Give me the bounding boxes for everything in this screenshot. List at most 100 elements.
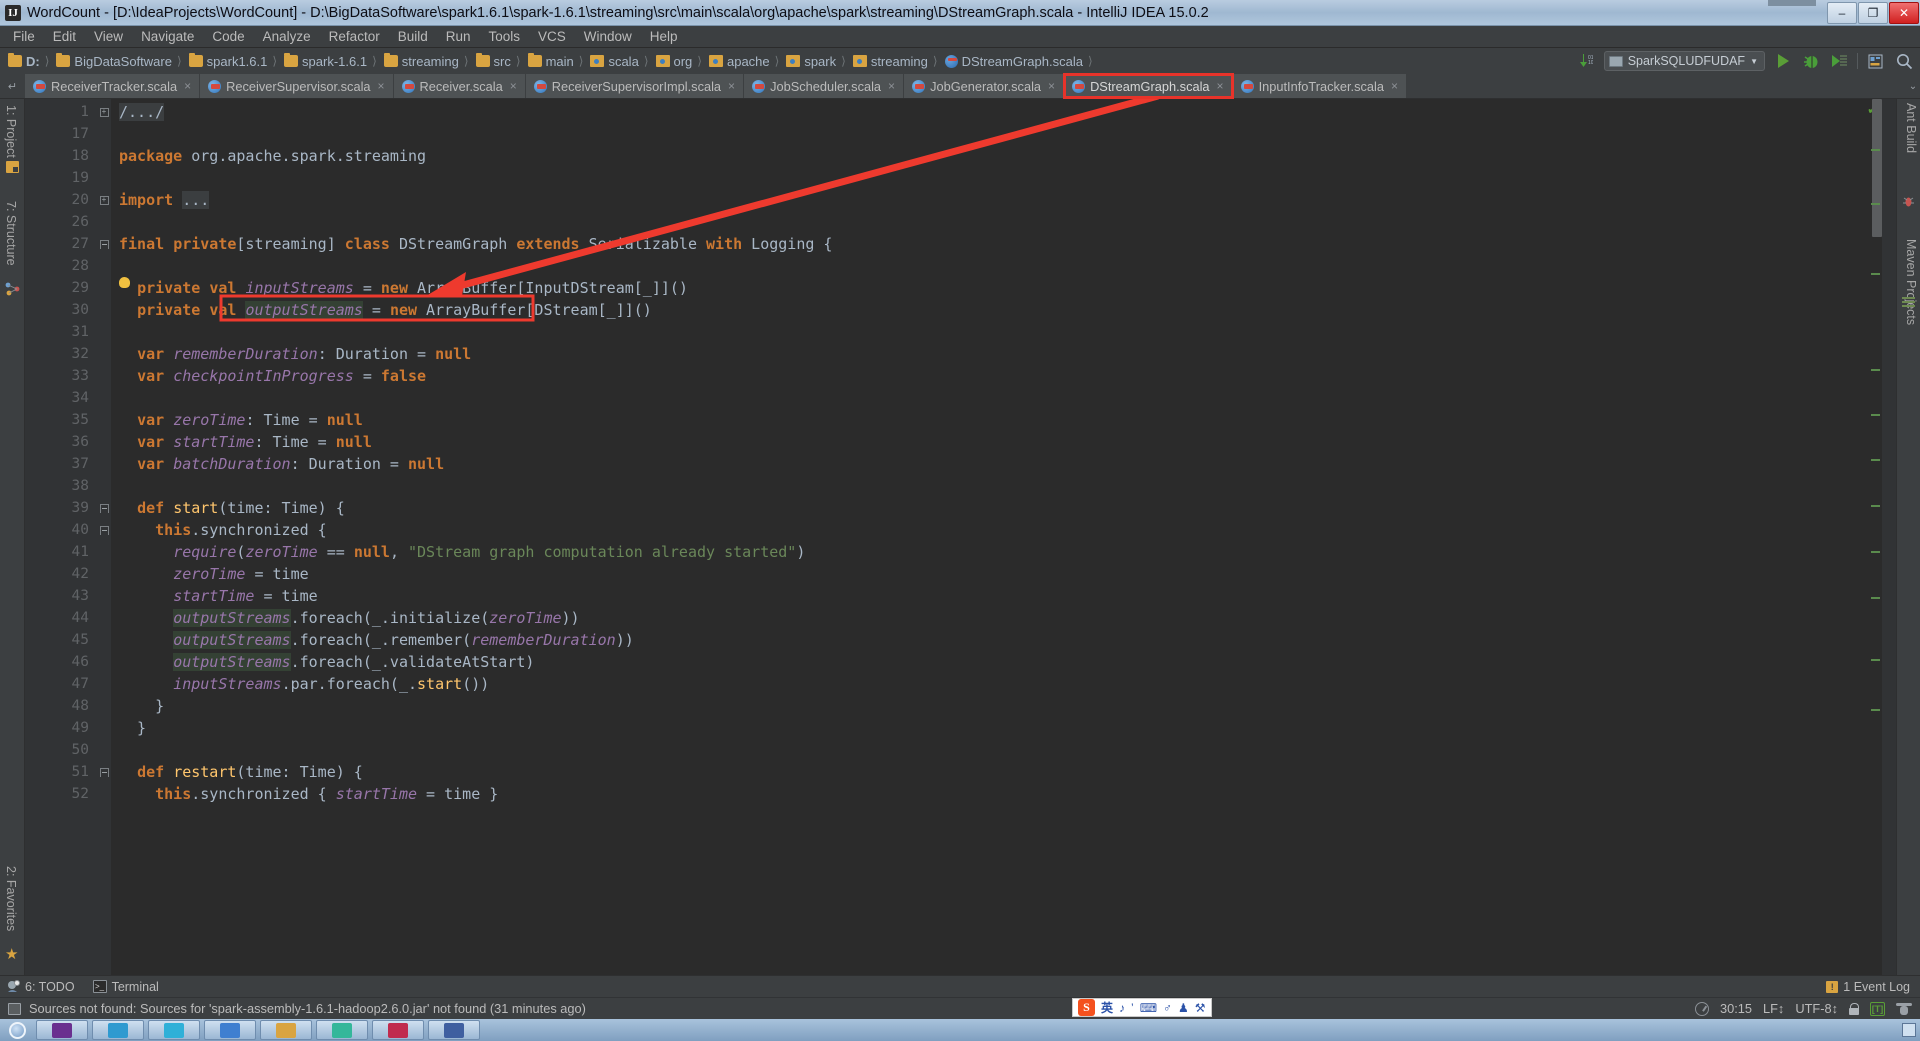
update-project-icon[interactable]: 01 10 (1576, 51, 1596, 71)
editor-tab-jobscheduler-scala[interactable]: JobScheduler.scala × (744, 74, 905, 98)
fold-collapse-icon[interactable] (97, 519, 111, 541)
code-line[interactable]: def restart(time: Time) { (111, 761, 1896, 783)
taskbar-app-8[interactable] (428, 1020, 480, 1040)
sidebar-item-ant-build[interactable]: Ant Build (1904, 103, 1918, 153)
ime-tools-icon[interactable]: ⚒ (1195, 1001, 1206, 1015)
editor-tab-inputinfotracker-scala[interactable]: InputInfoTracker.scala × (1232, 74, 1408, 98)
breadcrumb-item-bigdatasoftware[interactable]: BigDataSoftware (52, 53, 174, 69)
run-with-coverage-button[interactable] (1829, 51, 1849, 71)
editor-tab-jobgenerator-scala[interactable]: JobGenerator.scala × (904, 74, 1065, 98)
fold-collapse-icon[interactable] (97, 233, 111, 255)
code-line[interactable]: outputStreams.foreach(_.validateAtStart) (111, 651, 1896, 673)
debug-button[interactable] (1801, 51, 1821, 71)
file-encoding[interactable]: UTF-8↕ (1795, 1001, 1838, 1016)
scrollbar-thumb[interactable] (1872, 99, 1882, 237)
status-message[interactable]: Sources not found: Sources for 'spark-as… (29, 1001, 586, 1016)
code-line[interactable] (111, 739, 1896, 761)
taskbar-app-6[interactable] (316, 1020, 368, 1040)
menu-item-tools[interactable]: Tools (480, 27, 530, 46)
code-line[interactable]: /.../ (111, 101, 1896, 123)
breadcrumb-item-streaming[interactable]: streaming (849, 54, 930, 69)
folded-comment[interactable]: /.../ (119, 103, 165, 121)
close-icon[interactable]: × (378, 79, 385, 93)
ime-moon-icon[interactable]: ♪ (1119, 1001, 1125, 1015)
code-line[interactable]: var batchDuration: Duration = null (111, 453, 1896, 475)
breadcrumb-item-scala[interactable]: scala (586, 54, 640, 69)
line-separator[interactable]: LF↕ (1763, 1001, 1784, 1016)
editor-tab-receiver-scala[interactable]: Receiver.scala × (393, 74, 526, 98)
code-line[interactable]: var startTime: Time = null (111, 431, 1896, 453)
menu-item-analyze[interactable]: Analyze (254, 27, 320, 46)
code-folding-gutter[interactable]: + + (97, 99, 111, 975)
sidebar-item-structure[interactable]: 7: Structure (0, 197, 23, 270)
fold-expand-icon[interactable]: + (97, 101, 111, 123)
code-line[interactable]: outputStreams.foreach(_.remember(remembe… (111, 629, 1896, 651)
code-line[interactable]: import ... (111, 189, 1896, 211)
code-content[interactable]: /.../ package org.apache.spark.streaming i… (111, 99, 1896, 975)
fold-collapse-icon[interactable] (97, 761, 111, 783)
layout-icon[interactable] (1866, 51, 1886, 71)
ime-mode-label[interactable]: 英 (1101, 999, 1113, 1016)
taskbar-app-4[interactable] (204, 1020, 256, 1040)
close-icon[interactable]: × (728, 79, 735, 93)
hector-inspection-icon[interactable] (1896, 1002, 1912, 1016)
code-line[interactable]: var checkpointInProgress = false (111, 365, 1896, 387)
code-line[interactable]: outputStreams.foreach(_.initialize(zeroT… (111, 607, 1896, 629)
ime-keyboard-icon[interactable]: ⌨ (1140, 1001, 1157, 1015)
breadcrumb-item-apache[interactable]: apache (705, 54, 772, 69)
menu-item-run[interactable]: Run (437, 27, 480, 46)
code-line[interactable] (111, 211, 1896, 233)
code-line[interactable]: this.synchronized { startTime = time } (111, 783, 1896, 805)
code-line[interactable]: } (111, 695, 1896, 717)
menu-item-vcs[interactable]: VCS (529, 27, 575, 46)
editor-scrollbar[interactable] (1872, 99, 1882, 975)
code-line[interactable] (111, 321, 1896, 343)
editor-tab-receiversupervisorimpl-scala[interactable]: ReceiverSupervisorImpl.scala × (525, 74, 745, 98)
event-log-button[interactable]: ! 1 Event Log (1826, 980, 1910, 994)
menu-item-edit[interactable]: Edit (44, 27, 85, 46)
breadcrumb-item-main[interactable]: main (524, 53, 576, 69)
tray-icon[interactable] (1902, 1023, 1916, 1037)
fold-expand-icon[interactable]: + (97, 189, 111, 211)
menu-item-file[interactable]: File (4, 27, 44, 46)
breadcrumb-item-spark[interactable]: spark (782, 54, 838, 69)
close-icon[interactable]: × (1217, 79, 1224, 93)
close-button[interactable]: ✕ (1889, 2, 1919, 24)
tool-window-todo[interactable]: 6: TODO (6, 980, 75, 994)
taskbar-app-3[interactable] (148, 1020, 200, 1040)
menu-item-code[interactable]: Code (203, 27, 253, 46)
code-line[interactable]: private val outputStreams = new ArrayBuf… (111, 299, 1896, 321)
taskbar-app-1[interactable] (36, 1020, 88, 1040)
editor-tab-receivertracker-scala[interactable]: ReceiverTracker.scala × (25, 74, 201, 98)
breadcrumb-item-spark-1-6-1[interactable]: spark-1.6.1 (280, 53, 369, 69)
breadcrumb-item-d-[interactable]: D: (4, 53, 42, 69)
intention-bulb-icon[interactable] (119, 277, 130, 288)
taskbar-app-7[interactable] (372, 1020, 424, 1040)
caret-position[interactable]: 30:15 (1720, 1001, 1752, 1016)
start-button[interactable] (0, 1019, 34, 1041)
breadcrumb-item-dstreamgraph-scala[interactable]: DStreamGraph.scala (941, 54, 1085, 69)
fold-collapse-icon[interactable] (97, 497, 111, 519)
taskbar-app-5[interactable] (260, 1020, 312, 1040)
ime-toolbar[interactable]: S 英 ♪ ’ ⌨ ♂ ♟ ⚒ (1072, 998, 1212, 1017)
menu-item-navigate[interactable]: Navigate (132, 27, 203, 46)
breadcrumb-item-src[interactable]: src (472, 53, 513, 69)
taskbar-app-2[interactable] (92, 1020, 144, 1040)
ime-skin-icon[interactable]: ♟ (1178, 1001, 1189, 1015)
code-line[interactable]: def start(time: Time) { (111, 497, 1896, 519)
ime-punctuation-icon[interactable]: ’ (1131, 1001, 1134, 1015)
menu-item-help[interactable]: Help (641, 27, 687, 46)
breadcrumb-item-spark1-6-1[interactable]: spark1.6.1 (185, 53, 270, 69)
code-line[interactable]: startTime = time (111, 585, 1896, 607)
folded-import[interactable]: ... (182, 191, 210, 209)
breadcrumb-item-org[interactable]: org (652, 54, 695, 69)
error-stripe-marker-lane[interactable]: ✔ (1867, 99, 1896, 975)
code-line[interactable]: inputStreams.par.foreach(_.start()) (111, 673, 1896, 695)
code-line[interactable]: package org.apache.spark.streaming (111, 145, 1896, 167)
code-line[interactable]: this.synchronized { (111, 519, 1896, 541)
code-line[interactable]: final private[streaming] class DStreamGr… (111, 233, 1896, 255)
close-icon[interactable]: × (184, 79, 191, 93)
ime-indicator-icon[interactable]: [T] (1870, 1001, 1885, 1016)
code-line[interactable]: var rememberDuration: Duration = null (111, 343, 1896, 365)
close-icon[interactable]: × (510, 79, 517, 93)
